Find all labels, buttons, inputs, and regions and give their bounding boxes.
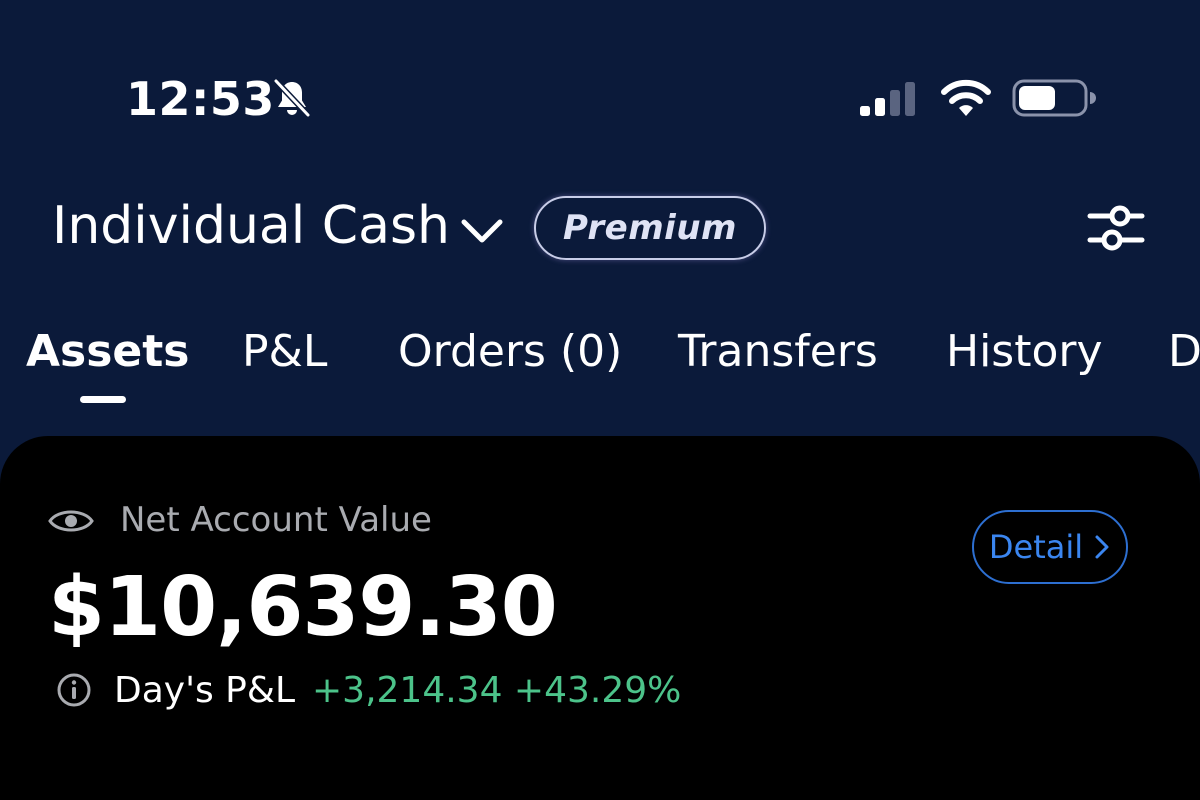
battery-icon bbox=[1012, 79, 1096, 117]
tab-orders[interactable]: Orders (0) bbox=[398, 326, 622, 377]
detail-button-label: Detail bbox=[988, 528, 1084, 566]
cellular-signal-icon bbox=[860, 82, 915, 116]
status-time: 12:53 bbox=[126, 72, 275, 126]
detail-button[interactable]: Detail bbox=[972, 510, 1128, 584]
chevron-right-icon bbox=[1095, 535, 1109, 559]
filter-settings-icon[interactable] bbox=[1084, 200, 1148, 256]
active-tab-indicator bbox=[80, 396, 126, 403]
tab-history[interactable]: History bbox=[946, 326, 1103, 377]
eye-icon[interactable] bbox=[48, 506, 94, 536]
chevron-down-icon[interactable] bbox=[458, 210, 506, 250]
bell-off-icon bbox=[273, 78, 311, 118]
wifi-icon bbox=[941, 79, 991, 116]
days-pl-label: Day's P&L bbox=[114, 670, 296, 711]
days-pl-value: +3,214.34 +43.29% bbox=[312, 670, 682, 711]
app-screen: 12:53 Individual Cash Premium Assets P&L… bbox=[0, 0, 1200, 800]
tab-transfers[interactable]: Transfers bbox=[678, 326, 878, 377]
net-account-value-label: Net Account Value bbox=[120, 500, 432, 540]
info-icon[interactable] bbox=[56, 672, 92, 708]
premium-badge[interactable]: Premium bbox=[534, 196, 766, 260]
tab-pl[interactable]: P&L bbox=[242, 326, 327, 377]
account-selector-label[interactable]: Individual Cash bbox=[52, 196, 450, 256]
net-account-value: $10,639.30 bbox=[48, 560, 558, 655]
tab-more-partial[interactable]: D bbox=[1168, 326, 1200, 377]
tab-assets[interactable]: Assets bbox=[26, 326, 190, 377]
